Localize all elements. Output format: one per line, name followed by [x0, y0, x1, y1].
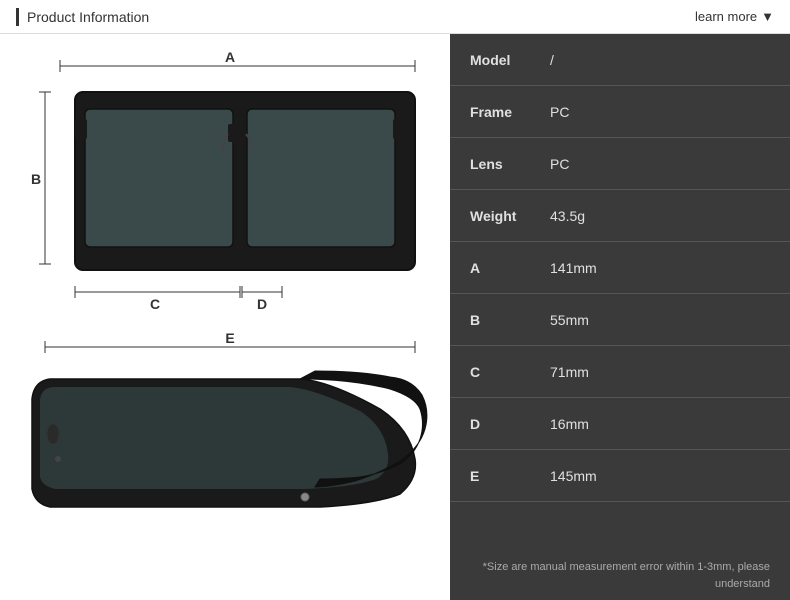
spec-value-d: 16mm [550, 416, 589, 432]
spec-row-d: D 16mm [450, 398, 790, 450]
spec-row-weight: Weight 43.5g [450, 190, 790, 242]
spec-row-a: A 141mm [450, 242, 790, 294]
spec-label-a: A [470, 260, 550, 276]
learn-more-label: learn more [695, 9, 757, 24]
spec-label-e: E [470, 468, 550, 484]
spec-label-weight: Weight [470, 208, 550, 224]
svg-text:B: B [31, 171, 41, 187]
page-title: Product Information [27, 9, 149, 25]
spec-value-lens: PC [550, 156, 569, 172]
front-view-svg: A B [20, 44, 440, 329]
spec-value-model: / [550, 52, 554, 68]
spec-label-b: B [470, 312, 550, 328]
side-view-section: E [20, 329, 430, 594]
main-content: A B [0, 34, 790, 600]
header-title-wrapper: Product Information [16, 8, 149, 26]
spec-value-frame: PC [550, 104, 569, 120]
spec-row-lens: Lens PC [450, 138, 790, 190]
front-view-section: A B [20, 44, 430, 329]
spec-note: *Size are manual measurement error withi… [450, 551, 790, 600]
svg-text:C: C [150, 296, 160, 312]
spec-label-model: Model [470, 52, 550, 68]
side-view-svg: E [20, 329, 440, 594]
spec-row-c: C 71mm [450, 346, 790, 398]
spec-value-weight: 43.5g [550, 208, 585, 224]
specs-panel: Model / Frame PC Lens PC Weight 43.5g A … [450, 34, 790, 600]
svg-text:E: E [225, 330, 234, 346]
spec-row-model: Model / [450, 34, 790, 86]
header: Product Information learn more ▼ [0, 0, 790, 34]
spec-label-d: D [470, 416, 550, 432]
spec-row-b: B 55mm [450, 294, 790, 346]
spec-label-c: C [470, 364, 550, 380]
left-panel: A B [0, 34, 450, 600]
learn-more-button[interactable]: learn more ▼ [695, 9, 774, 24]
spec-label-frame: Frame [470, 104, 550, 120]
spec-row-frame: Frame PC [450, 86, 790, 138]
spec-value-e: 145mm [550, 468, 597, 484]
spec-value-b: 55mm [550, 312, 589, 328]
spec-label-lens: Lens [470, 156, 550, 172]
svg-text:D: D [257, 296, 267, 312]
spec-value-a: 141mm [550, 260, 597, 276]
dropdown-icon: ▼ [761, 9, 774, 24]
header-bar [16, 8, 19, 26]
spec-value-c: 71mm [550, 364, 589, 380]
spec-row-e: E 145mm [450, 450, 790, 502]
svg-text:A: A [225, 49, 235, 65]
